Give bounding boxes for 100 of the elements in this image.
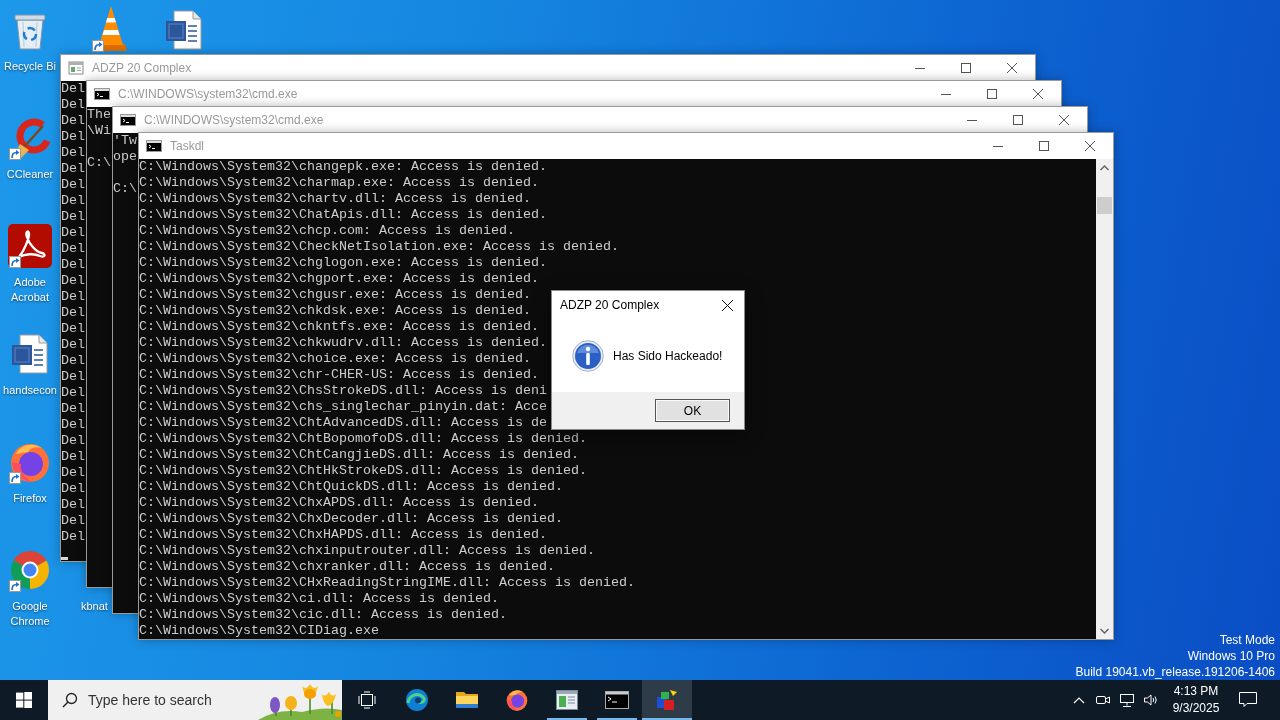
console-line: Del <box>61 497 85 513</box>
desktop-shortcut[interactable]: kbnat <box>81 599 108 614</box>
console-line: C:\Windows\System32\charmap.exe: Access is denied. <box>139 175 539 191</box>
clock-date[interactable]: 9/3/2025 <box>1172 700 1220 717</box>
network-icon[interactable] <box>1119 692 1135 708</box>
console-line: Del <box>61 433 85 449</box>
window-icon <box>555 688 579 712</box>
system-notice-text: Windows 10 Pro <box>1187 648 1275 664</box>
console-line: C:\Windows\System32\chs_singlechar_pinyin.dat: Acce <box>139 399 547 415</box>
maximize-icon <box>987 89 997 99</box>
speaker-icon[interactable] <box>1143 692 1159 708</box>
console-line: C:\Windows\System32\chgport.exe: Access is denied. <box>139 271 539 287</box>
console-line: C:\Windows\System32\cic.dll: Access is denied. <box>139 607 507 623</box>
system-notice-text: Build 19041.vb_release.191206-1406 <box>1075 664 1275 680</box>
console-line: Del <box>61 177 85 193</box>
desktop-shortcut[interactable]: Firefox <box>0 440 60 506</box>
desktop-shortcut[interactable]: Recycle Bi <box>0 8 60 74</box>
desktop-shortcut[interactable]: Google Chrome <box>0 548 60 629</box>
speech-bubble-icon[interactable] <box>1239 692 1257 708</box>
console-line: Del <box>61 193 85 209</box>
console-line: Del <box>61 145 85 161</box>
ok-button[interactable]: OK <box>655 399 730 422</box>
console-line: C:\Windows\System32\choice.exe: Access is denied. <box>139 351 531 367</box>
window-title: C:\WINDOWS\system32\cmd.exe <box>144 113 324 127</box>
console-line: Del <box>61 321 85 337</box>
console-line: Del <box>61 273 85 289</box>
maximize-icon <box>1039 141 1049 151</box>
console-line: C:\Windows\System32\CheckNetIsolation.exe: Access is denied. <box>139 239 619 255</box>
console-line: C:\Windows\System32\CHxReadingStringIME.dll: Access is denied. <box>139 575 635 591</box>
console-line: 'Tw <box>113 133 137 149</box>
console-line: C:\Windows\System32\ChxAPDS.dll: Access is denied. <box>139 495 539 511</box>
console-line: Del <box>61 513 85 529</box>
console-line: C:\Windows\System32\ChsStrokeDS.dll: Access is deni <box>139 383 547 399</box>
console-line: C:\Windows\System32\ChtCangjieDS.dll: Access is denied. <box>139 447 579 463</box>
caret-up-icon <box>1100 164 1109 171</box>
system-notice-text: Test Mode <box>1219 632 1275 648</box>
window-title: ADZP 20 Complex <box>92 61 192 75</box>
console-line: C:\Windows\System32\changepk.exe: Access is denied. <box>139 159 547 175</box>
stacked-windows-icon <box>358 691 376 709</box>
console-line: Del <box>61 289 85 305</box>
console-line: C:\Windows\System32\chglogon.exe: Access is denied. <box>139 255 547 271</box>
desktop-shortcut[interactable]: handsecon <box>0 332 60 398</box>
terminal-icon <box>146 138 162 154</box>
console-line: C:\Windows\System32\ChxDecoder.dll: Access is denied. <box>139 511 563 527</box>
maximize-icon <box>961 63 971 73</box>
window-title: C:\WINDOWS\system32\cmd.exe <box>118 87 298 101</box>
console-line: Del <box>61 113 85 129</box>
command-prompt: C:\ <box>113 181 137 197</box>
scrollbar[interactable] <box>1096 159 1113 639</box>
close-icon <box>721 299 733 311</box>
console-line: Del <box>61 209 85 225</box>
close-icon <box>1059 115 1069 125</box>
command-prompt: C:\ <box>87 155 111 171</box>
terminal-icon <box>605 688 629 712</box>
window-icon <box>68 60 84 76</box>
console-line: ope <box>113 149 137 165</box>
desktop-shortcut[interactable]: Adobe Acrobat <box>0 224 60 305</box>
console-line: C:\Windows\System32\ChtQuickDS.dll: Access is denied. <box>139 479 563 495</box>
search-icon <box>62 692 78 708</box>
console-line: Del <box>61 417 85 433</box>
console-line: C:\Windows\System32\ChatApis.dll: Access is denied. <box>139 207 547 223</box>
close-icon <box>1033 89 1043 99</box>
console-line: Del <box>61 129 85 145</box>
four-panes-icon <box>16 692 32 708</box>
console-line: Del <box>61 353 85 369</box>
desktop-shortcut[interactable]: CCleaner <box>0 116 60 182</box>
console-line: Del <box>61 337 85 353</box>
scroll-thumb[interactable] <box>1097 197 1112 214</box>
console-line: C:\Windows\System32\ChtAdvancedDS.dll: Access is de <box>139 415 547 431</box>
console-line: Del <box>61 97 85 113</box>
console-line: C:\Windows\System32\chkwudrv.dll: Access is denied. <box>139 335 547 351</box>
console-line: Del <box>61 385 85 401</box>
console-line: C:\Windows\System32\chartv.dll: Access is denied. <box>139 191 531 207</box>
window-title: Taskdl <box>170 139 204 153</box>
console-line: Del <box>61 465 85 481</box>
console-line: Del <box>61 257 85 273</box>
console-line: C:\Windows\System32\ci.dll: Access is denied. <box>139 591 499 607</box>
console-line: C:\Windows\System32\chxinputrouter.dll: Access is denied. <box>139 543 595 559</box>
clock-time[interactable]: 4:13 PM <box>1173 683 1219 700</box>
caret-down-icon <box>1100 627 1109 634</box>
fox-globe-icon <box>505 688 529 712</box>
console-line: C:\Windows\System32\CIDiag.exe <box>139 623 379 639</box>
console-line: C:\Windows\System32\chgusr.exe: Access is denied. <box>139 287 531 303</box>
console-line: C:\Windows\System32\chr-CHER-US: Access is denied. <box>139 367 539 383</box>
console-line: Del <box>61 161 85 177</box>
console-line: Del <box>61 241 85 257</box>
console-line: Del <box>61 449 85 465</box>
console-line: Del <box>61 225 85 241</box>
dialog-title: ADZP 20 Complex <box>560 298 660 312</box>
console-line: C:\Windows\System32\ChtHkStrokeDS.dll: Access is denied. <box>139 463 587 479</box>
caret-up-icon[interactable] <box>1073 696 1085 704</box>
console-line: C:\Windows\System32\ChxHAPDS.dll: Access is denied. <box>139 527 547 543</box>
console-line: C:\Windows\System32\chkdsk.exe: Access is denied. <box>139 303 531 319</box>
console-line: Del <box>61 481 85 497</box>
console-line: Del <box>61 305 85 321</box>
close-icon <box>1085 141 1095 151</box>
dialog-message: Has Sido Hackeado! <box>613 348 723 363</box>
maximize-icon <box>1013 115 1023 125</box>
console-line: The <box>87 107 111 123</box>
terminal-icon <box>120 112 136 128</box>
